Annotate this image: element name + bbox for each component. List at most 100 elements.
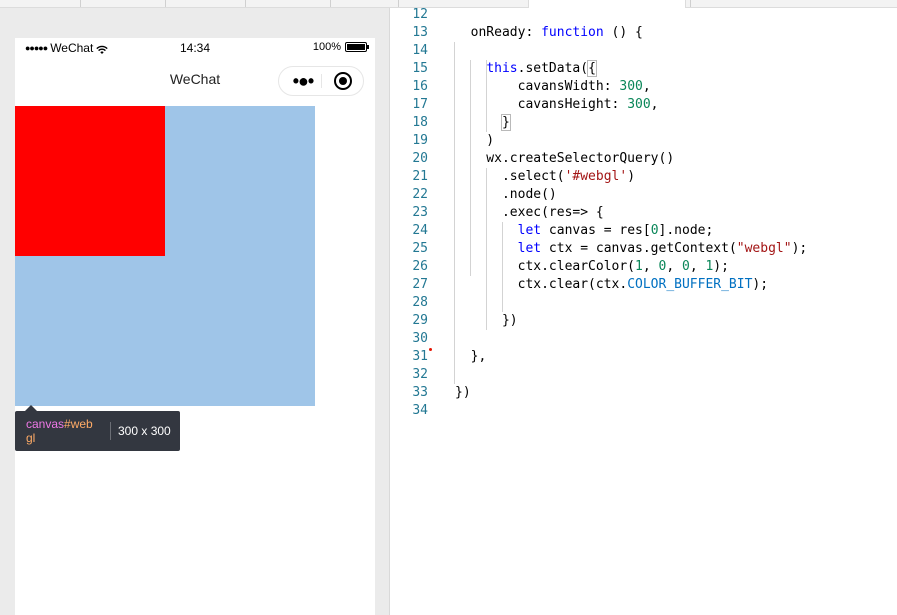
indent-guide	[486, 168, 487, 330]
code-line[interactable]: 22 .node()	[390, 186, 897, 204]
code-token: let	[517, 241, 542, 256]
code-line[interactable]: 16 cavansWidth: 300,	[390, 78, 897, 96]
code-token: function	[541, 25, 604, 40]
code-token: .setData(	[517, 61, 589, 76]
code-line[interactable]: 14	[390, 42, 897, 60]
line-source: let canvas = res[0].node;	[455, 222, 714, 240]
line-number: 31	[412, 349, 428, 364]
code-token: )	[627, 169, 636, 184]
battery-icon	[345, 42, 369, 52]
code-token: 0	[650, 223, 659, 238]
line-source: .exec(res=> {	[455, 204, 604, 222]
code-token: }	[500, 114, 511, 131]
code-line[interactable]: 34	[390, 402, 897, 420]
code-token: .select(	[455, 169, 565, 184]
code-token: this	[486, 61, 518, 76]
code-token: ctx.clear(ctx.	[455, 277, 628, 292]
toolbar-divider	[330, 0, 331, 7]
webgl-canvas[interactable]	[15, 106, 315, 406]
code-line[interactable]: 29 })	[390, 312, 897, 330]
code-token: {	[587, 60, 597, 77]
menu-capsule: •●•	[278, 66, 364, 96]
code-editor[interactable]: 12 13 onReady: function () {14 15 this.set…	[390, 0, 897, 615]
toolbar-divider	[80, 0, 81, 7]
code-line[interactable]: 27 ctx.clear(ctx.COLOR_BUFFER_BIT);	[390, 276, 897, 294]
code-token: ,	[689, 259, 706, 274]
line-number: 29	[412, 313, 428, 328]
code-line[interactable]: 23 .exec(res=> {	[390, 204, 897, 222]
simulator-panel: ●●●●● WeChat 14:34 100% WeChat •●• canva…	[0, 0, 390, 615]
code-line[interactable]: 31 },	[390, 348, 897, 366]
indent-guide	[454, 42, 455, 384]
line-number: 34	[412, 403, 428, 418]
line-number: 27	[412, 277, 428, 292]
code-token: cavansHeight:	[455, 97, 628, 112]
line-number: 20	[412, 151, 428, 166]
code-line[interactable]: 12	[390, 6, 897, 24]
line-source: wx.createSelectorQuery()	[455, 150, 674, 168]
toolbar-divider	[245, 0, 246, 7]
code-line[interactable]: 25 let ctx = canvas.getContext("webgl");	[390, 240, 897, 258]
code-line[interactable]: 24 let canvas = res[0].node;	[390, 222, 897, 240]
code-token: },	[455, 349, 487, 364]
line-source: },	[455, 348, 487, 366]
line-number: 17	[412, 97, 428, 112]
code-token: onReady:	[455, 25, 542, 40]
code-token: canvas = res[	[541, 223, 651, 238]
tooltip-separator	[110, 422, 111, 440]
code-line[interactable]: 26 ctx.clearColor(1, 0, 0, 1);	[390, 258, 897, 276]
line-number: 21	[412, 169, 428, 184]
code-token: ].node;	[658, 223, 714, 238]
code-token: "webgl"	[736, 241, 792, 256]
line-source: .select('#webgl')	[455, 168, 635, 186]
canvas-red-region	[15, 106, 165, 256]
line-number: 19	[412, 133, 428, 148]
line-number: 25	[412, 241, 428, 256]
code-token: ,	[650, 97, 659, 112]
tooltip-arrow	[25, 405, 37, 411]
code-token: ,	[642, 259, 659, 274]
code-line[interactable]: 20 wx.createSelectorQuery()	[390, 150, 897, 168]
simulator-toolbar	[0, 0, 390, 8]
code-token: );	[752, 277, 769, 292]
code-line[interactable]: 33})	[390, 384, 897, 402]
code-line[interactable]: 30	[390, 330, 897, 348]
line-number: 30	[412, 331, 428, 346]
code-line[interactable]: 28	[390, 294, 897, 312]
inspect-tooltip: canvas#webgl 300 x 300	[15, 405, 180, 451]
code-token: 0	[681, 259, 690, 274]
code-token: '#webgl'	[564, 169, 628, 184]
modified-line-marker	[429, 348, 432, 351]
indent-guide	[470, 60, 471, 276]
code-line[interactable]: 21 .select('#webgl')	[390, 168, 897, 186]
line-number: 18	[412, 115, 428, 130]
line-number: 26	[412, 259, 428, 274]
close-target-icon[interactable]	[334, 72, 352, 90]
phone-screen: ●●●●● WeChat 14:34 100% WeChat •●• canva…	[15, 38, 375, 615]
code-token: ctx.clearColor(	[455, 259, 636, 274]
devtools-window: ●●●●● WeChat 14:34 100% WeChat •●• canva…	[0, 0, 897, 615]
status-bar: ●●●●● WeChat 14:34 100%	[15, 38, 375, 58]
more-dots-icon[interactable]: •●•	[288, 71, 318, 91]
code-line[interactable]: 32	[390, 366, 897, 384]
line-number: 22	[412, 187, 428, 202]
code-token: COLOR_BUFFER_BIT	[627, 277, 753, 292]
code-token: })	[455, 385, 471, 400]
code-line[interactable]: 17 cavansHeight: 300,	[390, 96, 897, 114]
tooltip-tag: canvas	[26, 417, 65, 431]
code-line[interactable]: 13 onReady: function () {	[390, 24, 897, 42]
code-line[interactable]: 15 this.setData({	[390, 60, 897, 78]
tooltip-selector: canvas#webgl	[26, 417, 98, 445]
code-token: 1	[635, 259, 643, 274]
line-number: 14	[412, 43, 428, 58]
line-source: onReady: function () {	[455, 24, 643, 42]
line-number: 23	[412, 205, 428, 220]
code-token: () {	[603, 25, 643, 40]
line-number: 24	[412, 223, 428, 238]
line-source: this.setData({	[455, 60, 597, 78]
code-line[interactable]: 18 }	[390, 114, 897, 132]
line-source: let ctx = canvas.getContext("webgl");	[455, 240, 808, 258]
code-line[interactable]: 19 )	[390, 132, 897, 150]
code-token: .exec(res=> {	[455, 205, 604, 220]
